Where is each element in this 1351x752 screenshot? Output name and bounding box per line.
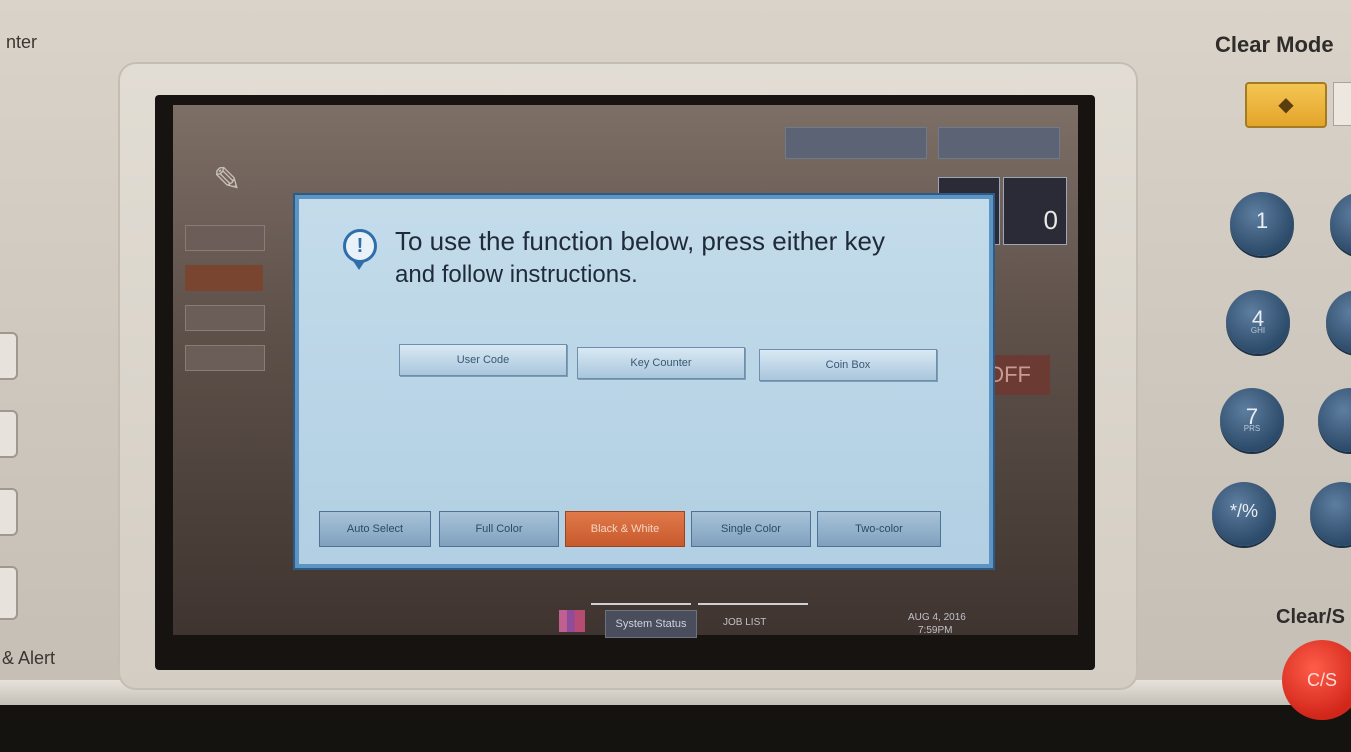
key-1[interactable]: 1 <box>1230 192 1294 256</box>
lcd-display: ✎ 1 0 OFF ! To use the function below, p… <box>173 105 1078 638</box>
key-7[interactable]: 7 PRS <box>1220 388 1284 452</box>
copier-icon: ✎ <box>213 161 242 199</box>
alert-label: & Alert <box>2 648 56 668</box>
user-code-button[interactable]: User Code <box>399 344 567 376</box>
background-side-button-2[interactable] <box>185 265 263 291</box>
left-side-key-3[interactable] <box>0 488 18 536</box>
left-side-key-2[interactable] <box>0 410 18 458</box>
background-side-button-3[interactable] <box>185 305 265 331</box>
tab-full-color[interactable]: Full Color <box>439 511 559 547</box>
adjacent-mode-button[interactable] <box>1333 82 1351 126</box>
key-1-digit: 1 <box>1255 208 1269 233</box>
time-label: 7:59PM <box>918 625 953 636</box>
key-asterisk[interactable]: */% <box>1212 482 1276 546</box>
left-side-key-4[interactable] <box>0 566 18 620</box>
key-counter-button[interactable]: Key Counter <box>577 347 745 379</box>
touch-screen: ✎ 1 0 OFF ! To use the function below, p… <box>155 95 1095 670</box>
status-line-1 <box>591 603 691 605</box>
tab-auto-select[interactable]: Auto Select <box>319 511 431 547</box>
key-7-letters: PRS <box>1243 424 1261 433</box>
counter-value-2: 0 <box>1043 205 1058 235</box>
clear-stop-label: Clear/S <box>1276 606 1345 628</box>
counter-box-2: 0 <box>1003 177 1067 245</box>
toner-status-icon <box>559 610 585 632</box>
key-asterisk-symbol: */% <box>1229 501 1258 521</box>
background-tab-1[interactable] <box>785 127 927 159</box>
key-required-dialog: ! To use the function below, press eithe… <box>295 195 993 568</box>
tab-two-color[interactable]: Two-color <box>817 511 941 547</box>
background-tab-2[interactable] <box>938 127 1060 159</box>
floor <box>0 705 1351 752</box>
job-list-label[interactable]: JOB LIST <box>723 617 766 628</box>
left-edge-label: nter <box>6 32 38 52</box>
dialog-message: To use the function below, press either … <box>395 225 955 291</box>
background-side-button-4[interactable] <box>185 345 265 371</box>
coin-box-button[interactable]: Coin Box <box>759 349 937 381</box>
tab-black-white[interactable]: Black & White <box>565 511 685 547</box>
clear-modes-label: Clear Mode <box>1215 32 1334 57</box>
background-side-button-1[interactable] <box>185 225 265 251</box>
tab-single-color[interactable]: Single Color <box>691 511 811 547</box>
status-line-2 <box>698 603 808 605</box>
dialog-message-line-1: To use the function below, press either … <box>395 226 885 256</box>
info-icon: ! <box>343 229 377 263</box>
left-side-key-1[interactable] <box>0 332 18 380</box>
info-icon-tail <box>353 261 365 270</box>
clear-modes-button[interactable]: ◆ <box>1245 82 1327 128</box>
key-4[interactable]: 4 GHI <box>1226 290 1290 354</box>
system-status-button[interactable]: System Status <box>605 610 697 638</box>
key-4-letters: GHI <box>1250 326 1266 335</box>
dialog-message-line-2: and follow instructions. <box>395 261 638 288</box>
date-label: AUG 4, 2016 <box>908 612 966 623</box>
